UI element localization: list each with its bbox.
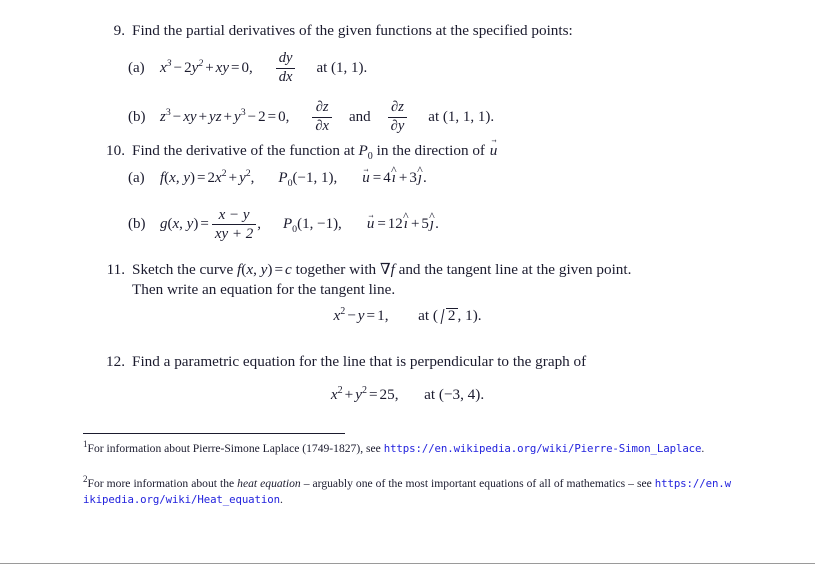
footnote-1-text: For information about Pierre-Simone Lapl… bbox=[87, 442, 384, 455]
derivative-denominator: ∂y bbox=[387, 116, 408, 135]
problem-11-number: 11. bbox=[106, 261, 125, 278]
problem-12: 12. Find a parametric equation for the l… bbox=[95, 352, 755, 372]
problem-9-item-b-equation: z3− xy + yz + y3−2 = 0, bbox=[160, 106, 290, 125]
problem-12-number: 12. bbox=[106, 353, 125, 370]
problem-10-item-b-direction: u=12ı+5ȷ. bbox=[366, 216, 439, 233]
problem-10-item-a-function: f(x, y) = 2x2 + y2, bbox=[160, 168, 255, 186]
problem-9-item-b: (b) z3− xy + yz + y3−2 = 0, ∂z ∂x and ∂z ∂y at … bbox=[128, 99, 495, 135]
problem-10-stem: Find the derivative of the function at P… bbox=[132, 141, 755, 162]
problem-9: 9. Find the partial derivatives of the g… bbox=[95, 21, 755, 41]
problem-10-item-a-point: P0(−1, 1), bbox=[278, 170, 338, 189]
footnote-2: 2For more information about the heat equ… bbox=[83, 475, 731, 509]
problem-12-display-equation: x2 + y2 = 25, at (−3, 4). bbox=[330, 384, 485, 403]
footnote-2-text-1: For more information about the bbox=[87, 477, 238, 490]
problem-11: 11. Sketch the curve f(x, y) = c together … bbox=[95, 260, 755, 300]
problem-9-item-a: (a) x3−2y2 + xy = 0, dy dx at (1, 1). bbox=[128, 50, 368, 86]
derivative-numerator: ∂z bbox=[315, 99, 329, 115]
derivative-numerator: ∂z bbox=[391, 99, 404, 115]
footnote-2-italic-phrase: heat equation bbox=[237, 477, 301, 490]
fraction-numerator: x − y bbox=[218, 207, 250, 223]
problem-10-number: 10. bbox=[106, 142, 125, 159]
problem-11-stem: Sketch the curve f(x, y) = c together with… bbox=[132, 260, 755, 300]
problem-9-item-b-conjunction: and bbox=[348, 108, 371, 125]
footnote-2-text-after: . bbox=[279, 493, 283, 507]
problem-9-item-a-point: at (1, 1). bbox=[316, 59, 368, 76]
problem-9-item-a-derivative: dy dx bbox=[275, 50, 297, 86]
problem-10-item-b-function-tail: , bbox=[257, 216, 261, 233]
problem-9-item-b-derivative-1: ∂z ∂x bbox=[311, 99, 333, 135]
problem-9-number: 9. bbox=[113, 22, 125, 39]
footnote-2-text-2: – arguably one of the most important equ… bbox=[300, 477, 655, 490]
problem-10-item-b-point: P0(1, −1), bbox=[283, 216, 342, 236]
problem-12-stem: Find a parametric equation for the line … bbox=[132, 353, 587, 370]
problem-9-stem: Find the partial derivatives of the give… bbox=[132, 22, 573, 39]
footnote-1-text-after: . bbox=[701, 442, 705, 455]
problem-9-item-a-label: (a) bbox=[128, 59, 145, 76]
footnote-1-link[interactable]: https://en.wikipedia.org/wiki/Pierre-Sim… bbox=[384, 442, 702, 455]
problem-10-item-b: (b) g(x, y) = x − y xy + 2 , P0(1, −1), u… bbox=[128, 207, 439, 242]
problem-10-item-a: (a) f(x, y)=2x2+y2, P0(−1, 1), u=4ı+3ȷ. bbox=[128, 168, 427, 189]
footnote-separator-rule bbox=[83, 433, 345, 434]
derivative-denominator: ∂x bbox=[312, 116, 332, 135]
problem-11-stem-line-2: Then write an equation for the tangent l… bbox=[132, 281, 396, 299]
problem-10: 10. Find the derivative of the function … bbox=[95, 141, 755, 162]
document-page: 9. Find the partial derivatives of the g… bbox=[0, 0, 815, 564]
footnote-1: 1For information about Pierre-Simone Lap… bbox=[83, 440, 731, 457]
problem-9-item-b-label: (b) bbox=[128, 108, 146, 125]
derivative-denominator: dx bbox=[275, 67, 296, 86]
problem-9-item-b-point: at (1, 1, 1). bbox=[428, 108, 495, 125]
problem-10-item-b-label: (b) bbox=[128, 216, 146, 233]
derivative-numerator: dy bbox=[278, 50, 293, 66]
problem-11-stem-line-1: Sketch the curve f(x, y) = c together with… bbox=[132, 261, 632, 278]
problem-11-display-equation: x2− y = 1, at (2, 1). bbox=[333, 305, 482, 324]
problem-9-item-a-equation: x3−2y2 + xy = 0, bbox=[160, 57, 253, 76]
problem-10-item-a-direction: u=4ı+3ȷ. bbox=[361, 170, 427, 187]
problem-10-item-a-label: (a) bbox=[128, 170, 145, 186]
problem-9-item-b-derivative-2: ∂z ∂y bbox=[387, 99, 409, 135]
problem-10-item-b-fraction: x − y xy + 2 bbox=[211, 207, 257, 242]
fraction-denominator: xy + 2 bbox=[211, 224, 257, 242]
problem-10-item-b-function-lhs: g(x, y) = bbox=[160, 216, 209, 233]
